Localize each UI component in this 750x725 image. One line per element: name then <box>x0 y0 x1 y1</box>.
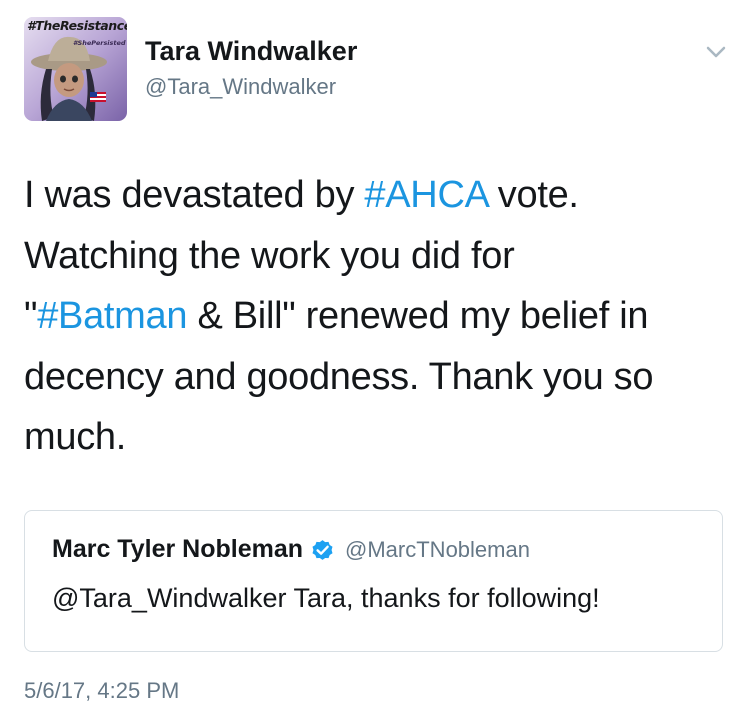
text-segment: decency and goodness. Thank you so <box>24 355 654 398</box>
text-segment: vote. <box>487 174 579 216</box>
text-segment: & Bill" renewed my belief in <box>187 295 649 337</box>
tweet-line: Watching the work you did for <box>24 226 724 287</box>
author-display-name[interactable]: Tara Windwalker <box>145 36 357 67</box>
text-segment: Watching the work you did for <box>24 234 515 277</box>
tweet-line: "#Batman & Bill" renewed my belief in <box>24 286 724 347</box>
quoted-tweet-text: @Tara_Windwalker Tara, thanks for follow… <box>52 583 600 613</box>
avatar-badge-text: #TheResistance <box>27 18 127 33</box>
tweet-line: much. <box>24 407 724 468</box>
text-segment: much. <box>24 416 126 458</box>
avatar-badge-subtext: #ShePersisted <box>73 39 126 47</box>
quoted-tweet[interactable]: Marc Tyler Nobleman @MarcTNobleman @Tara… <box>24 510 723 652</box>
verified-badge-icon <box>312 540 333 560</box>
author-handle[interactable]: @Tara_Windwalker <box>145 74 336 100</box>
quoted-author-handle: @MarcTNobleman <box>345 536 530 562</box>
tweet-timestamp[interactable]: 5/6/17, 4:25 PM <box>24 678 179 704</box>
tweet-line: decency and goodness. Thank you so <box>24 347 724 408</box>
tweet-card: #TheResistance #ShePersisted Tara Windwa… <box>0 0 750 725</box>
author-avatar[interactable]: #TheResistance #ShePersisted <box>24 17 127 121</box>
tweet-text: I was devastated by #AHCA vote. Watching… <box>24 165 724 468</box>
chevron-down-icon[interactable] <box>701 41 731 63</box>
hashtag-link-batman[interactable]: #Batman <box>37 295 187 337</box>
quoted-author-name: Marc Tyler Nobleman <box>52 535 304 563</box>
quoted-tweet-header: Marc Tyler Nobleman @MarcTNobleman <box>52 535 530 564</box>
hashtag-link-ahca[interactable]: #AHCA <box>364 174 487 216</box>
text-segment: " <box>24 295 38 337</box>
tweet-line: I was devastated by #AHCA vote. <box>24 165 724 226</box>
text-segment: I was devastated by <box>24 174 365 216</box>
